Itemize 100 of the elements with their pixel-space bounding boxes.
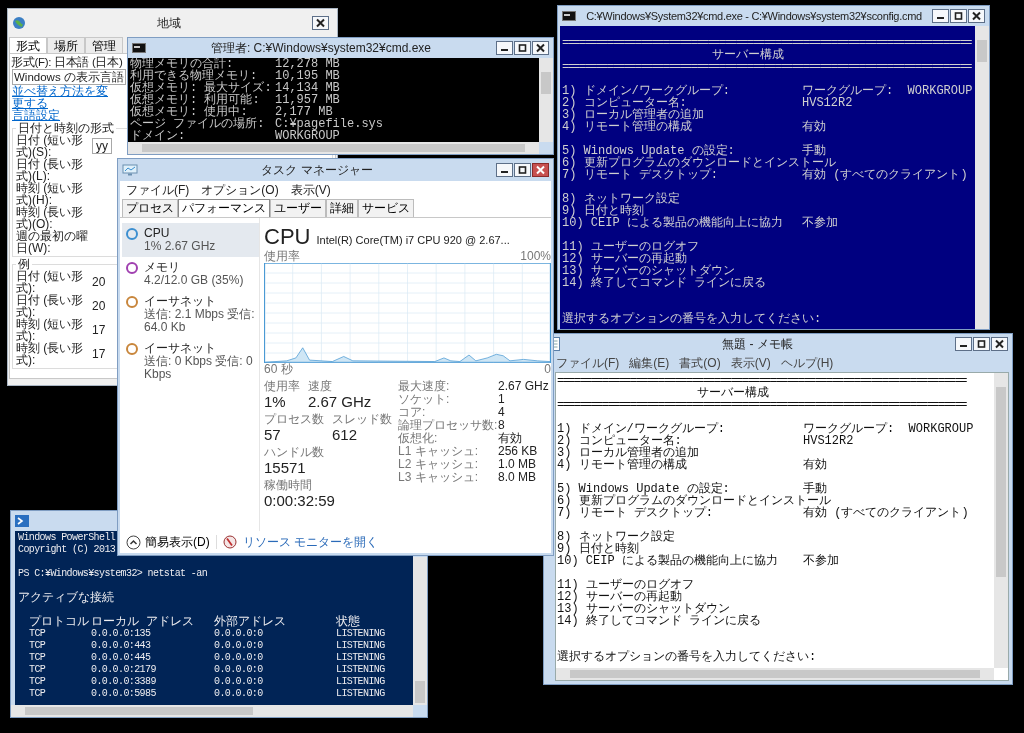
tab[interactable]: 管理 xyxy=(85,37,123,53)
window-title: タスク マネージャー xyxy=(260,161,374,179)
resource-item[interactable]: イーサネット 送信: 0 Kbps 受信: 0 Kbps xyxy=(122,338,259,385)
graph-label: 60 秒 xyxy=(264,363,293,376)
scrollbar[interactable] xyxy=(539,58,553,142)
window-title: C:¥Windows¥System32¥cmd.exe - C:¥Windows¥system32¥sconfig.cmd xyxy=(585,10,923,22)
option-value: 手動 xyxy=(803,483,827,495)
maximize-button[interactable] xyxy=(514,41,531,55)
menu-item[interactable]: ファイル(F) xyxy=(556,354,620,372)
field-label: 日付 (短い形式): xyxy=(16,270,85,294)
table-cell: 0.0.0.0:5985 xyxy=(91,688,156,700)
minimize-button[interactable] xyxy=(932,9,949,23)
maximize-button[interactable] xyxy=(950,9,967,23)
resource-item[interactable]: イーサネット 送信: 2.1 Mbps 受信: 64.0 Kb xyxy=(122,291,259,338)
spec-label: L3 キャッシュ: xyxy=(398,471,478,484)
close-button[interactable] xyxy=(532,41,549,55)
spec-label: L2 キャッシュ: xyxy=(398,458,478,471)
menu-item[interactable]: 表示(V) xyxy=(730,354,771,372)
spec-value: 4 xyxy=(498,406,505,419)
table-cell: 0.0.0.0:0 xyxy=(214,676,263,688)
table-cell: TCP xyxy=(29,640,46,652)
field-label: 時刻 (長い形式)(O): xyxy=(16,206,84,230)
monitor-icon xyxy=(122,164,138,176)
close-icon xyxy=(315,18,326,28)
close-button[interactable] xyxy=(991,337,1008,351)
spec-label: コア: xyxy=(398,406,426,419)
tab[interactable]: 詳細 xyxy=(326,199,358,217)
link[interactable]: 並べ替え方法を変更する xyxy=(12,85,116,109)
tab[interactable]: 形式 xyxy=(9,37,47,53)
option-value: 不参加 xyxy=(803,555,839,567)
graph-label: 100% xyxy=(520,250,551,263)
scrollbar[interactable] xyxy=(994,373,1008,668)
maximize-button[interactable] xyxy=(514,163,531,177)
option-value: 手動 xyxy=(802,145,826,157)
minimize-button[interactable] xyxy=(496,163,513,177)
dropdown-field[interactable]: yy xyxy=(92,138,112,154)
tab[interactable]: ユーザー xyxy=(270,199,326,217)
console-label: ページ ファイルの場所: xyxy=(130,118,265,130)
field-label: 時刻 (短い形式)(H): xyxy=(16,182,85,206)
menu-option: 2) コンピューター名: xyxy=(557,435,682,447)
resource-item[interactable]: CPU 1% 2.67 GHz xyxy=(122,223,259,257)
menu-item[interactable]: オプション(O) xyxy=(201,181,279,199)
link[interactable]: リソース モニターを開く xyxy=(242,533,378,551)
scrollbar[interactable] xyxy=(11,705,413,717)
format-dropdown[interactable]: Windows の表示言語 xyxy=(12,69,126,85)
resource-name: イーサネット xyxy=(144,294,216,308)
menu-item[interactable]: 編集(E) xyxy=(629,354,670,372)
minimize-button[interactable] xyxy=(496,41,513,55)
resource-heading: CPU xyxy=(264,224,311,250)
close-button[interactable] xyxy=(312,16,329,30)
menu-option: 1) ドメイン/ワークグループ: xyxy=(557,423,725,435)
column-header: プロトコル xyxy=(29,616,89,628)
table-cell: TCP xyxy=(29,652,46,664)
maximize-button[interactable] xyxy=(973,337,990,351)
spec-value: 有効 xyxy=(498,432,522,445)
table-cell: LISTENING xyxy=(336,664,385,676)
window-title: 管理者: C:¥Windows¥system32¥cmd.exe xyxy=(209,39,433,57)
menu-option: 6) 更新プログラムのダウンロードとインストール xyxy=(557,495,831,507)
tab[interactable]: パフォーマンス xyxy=(178,199,270,217)
column-header: 外部アドレス xyxy=(214,616,286,628)
spec-label: L1 キャッシュ: xyxy=(398,445,478,458)
table-cell: 0.0.0.0:0 xyxy=(214,640,263,652)
table-cell: LISTENING xyxy=(336,628,385,640)
close-button[interactable] xyxy=(968,9,985,23)
prompt-icon xyxy=(15,515,29,527)
stat-value: 2.67 GHz xyxy=(308,393,372,411)
tab[interactable]: サービス xyxy=(358,199,414,217)
console-icon xyxy=(132,43,146,53)
scrollbar[interactable] xyxy=(128,142,539,154)
menu-item[interactable]: ヘルプ(H) xyxy=(780,354,834,372)
console-icon xyxy=(562,11,576,21)
menu-option: 3) ローカル管理者の追加 xyxy=(562,109,704,121)
spec-value: 8.0 MB xyxy=(498,471,536,484)
resource-item[interactable]: メモリ 4.2/12.0 GB (35%) xyxy=(122,257,259,291)
field-label: 日付 (短い形式)(S): xyxy=(16,134,84,158)
tab[interactable]: プロセス xyxy=(122,199,178,217)
console-value: C:¥pagefile.sys xyxy=(275,118,384,130)
menu-option: 6) 更新プログラムのダウンロードとインストール xyxy=(562,157,836,169)
fewer-details-button[interactable]: 簡易表示(D) xyxy=(126,533,210,551)
scrollbar[interactable] xyxy=(975,26,989,329)
minimize-button[interactable] xyxy=(955,337,972,351)
close-button[interactable] xyxy=(532,163,549,177)
console-label: ドメイン: xyxy=(130,130,186,142)
column-header: 状態 xyxy=(336,616,360,628)
menu-option: 4) リモート管理の構成 xyxy=(562,121,692,133)
stat-value: 57 xyxy=(264,426,281,444)
stat-label: プロセス数 xyxy=(264,413,324,426)
menu-item[interactable]: ファイル(F) xyxy=(126,181,190,199)
prompt-line: 選択するオプションの番号を入力してください: xyxy=(562,313,822,325)
scrollbar[interactable] xyxy=(556,668,994,680)
menu-option: 5) Windows Update の設定: xyxy=(562,145,735,157)
group-title: 例 xyxy=(17,258,30,270)
resource-detail: 4.2/12.0 GB (35%) xyxy=(144,274,244,287)
scrollbar[interactable] xyxy=(413,557,427,705)
tab[interactable]: 場所 xyxy=(47,37,85,53)
menu-item[interactable]: 表示(V) xyxy=(290,181,331,199)
maximize-icon xyxy=(517,43,528,53)
link[interactable]: 言語設定 xyxy=(12,109,116,121)
stat-label: 稼働時間 xyxy=(264,479,312,492)
menu-item[interactable]: 書式(O) xyxy=(679,354,721,372)
